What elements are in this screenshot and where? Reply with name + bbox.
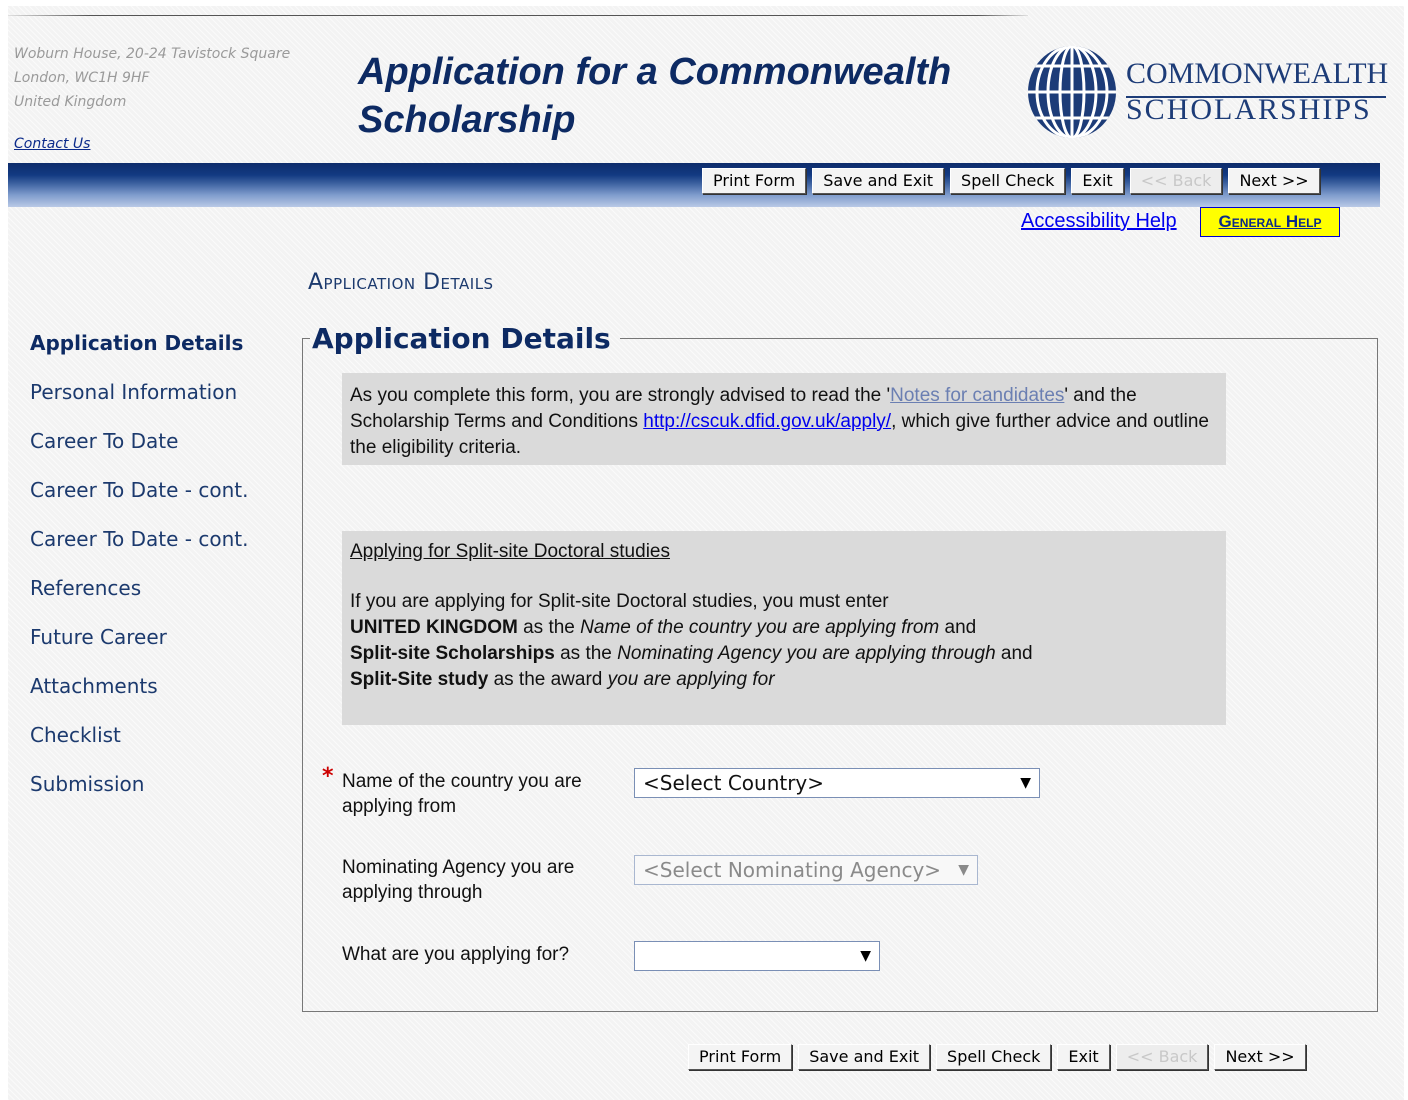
address-block: Woburn House, 20-24 Tavistock Square Lon… [14, 42, 290, 114]
form-legend: Application Details [312, 322, 611, 355]
next-button[interactable]: Next >> [1228, 168, 1320, 194]
award-label: What are you applying for? [342, 944, 570, 965]
contact-us-link[interactable]: Contact Us [14, 136, 90, 152]
dropdown-arrow-icon: ▼ [958, 862, 969, 878]
sidebar: Application Details Personal Information… [30, 330, 248, 820]
address-line: London, WC1H 9HF [14, 70, 150, 86]
fieldset-border [302, 338, 310, 339]
split-site-info-box: Applying for Split-site Doctoral studies… [342, 531, 1226, 725]
general-help-link[interactable]: General Help [1200, 207, 1340, 237]
print-form-button[interactable]: Print Form [688, 1044, 793, 1070]
exit-button[interactable]: Exit [1057, 1044, 1110, 1070]
sidebar-item-references[interactable]: References [30, 575, 248, 624]
spell-check-button[interactable]: Spell Check [936, 1044, 1052, 1070]
dropdown-arrow-icon: ▼ [860, 948, 871, 964]
sidebar-item-application-details[interactable]: Application Details [30, 330, 248, 379]
sidebar-item-future-career[interactable]: Future Career [30, 624, 248, 673]
country-label: Name of the country you are applying fro… [342, 771, 582, 817]
back-button[interactable]: << Back [1129, 168, 1223, 194]
sidebar-item-career-to-date[interactable]: Career To Date [30, 428, 248, 477]
save-and-exit-button[interactable]: Save and Exit [798, 1044, 931, 1070]
agency-select[interactable]: <Select Nominating Agency> ▼ [634, 855, 978, 885]
sidebar-item-checklist[interactable]: Checklist [30, 722, 248, 771]
notes-box: As you complete this form, you are stron… [342, 373, 1226, 465]
next-button[interactable]: Next >> [1214, 1044, 1306, 1070]
sidebar-item-career-to-date-cont-2[interactable]: Career To Date - cont. [30, 526, 248, 575]
sidebar-item-personal-information[interactable]: Personal Information [30, 379, 248, 428]
terms-link[interactable]: http://cscuk.dfid.gov.uk/apply/ [643, 411, 891, 432]
sidebar-item-career-to-date-cont[interactable]: Career To Date - cont. [30, 477, 248, 526]
notes-for-candidates-link[interactable]: Notes for candidates [890, 385, 1064, 406]
split-site-title: Applying for Split-site Doctoral studies [350, 541, 670, 562]
spell-check-button[interactable]: Spell Check [950, 168, 1066, 194]
dropdown-arrow-icon: ▼ [1020, 775, 1031, 791]
sidebar-item-attachments[interactable]: Attachments [30, 673, 248, 722]
accessibility-help-link[interactable]: Accessibility Help [1021, 210, 1177, 233]
commonwealth-logo: COMMONWEALTH SCHOLARSHIPS [1026, 44, 1389, 144]
top-toolbar: Print Form Save and Exit Spell Check Exi… [702, 168, 1320, 194]
save-and-exit-button[interactable]: Save and Exit [812, 168, 945, 194]
print-form-button[interactable]: Print Form [702, 168, 807, 194]
award-select[interactable]: ▼ [634, 941, 880, 971]
bottom-toolbar: Print Form Save and Exit Spell Check Exi… [688, 1044, 1306, 1070]
back-button[interactable]: << Back [1115, 1044, 1209, 1070]
address-line: Woburn House, 20-24 Tavistock Square [14, 46, 291, 62]
exit-button[interactable]: Exit [1071, 168, 1124, 194]
agency-label: Nominating Agency you are applying throu… [342, 857, 575, 903]
country-select[interactable]: <Select Country> ▼ [634, 768, 1040, 798]
logo-text-top: COMMONWEALTH [1126, 57, 1389, 90]
top-divider [8, 15, 1028, 16]
address-line: United Kingdom [14, 94, 127, 110]
globe-icon [1028, 46, 1116, 138]
logo-divider [1126, 96, 1386, 98]
page-title: Application for a Commonwealth Scholarsh… [358, 51, 952, 141]
sidebar-item-submission[interactable]: Submission [30, 771, 248, 820]
required-star: * [322, 764, 334, 789]
fieldset-border [620, 338, 1378, 339]
section-heading: Application Details [308, 270, 494, 295]
